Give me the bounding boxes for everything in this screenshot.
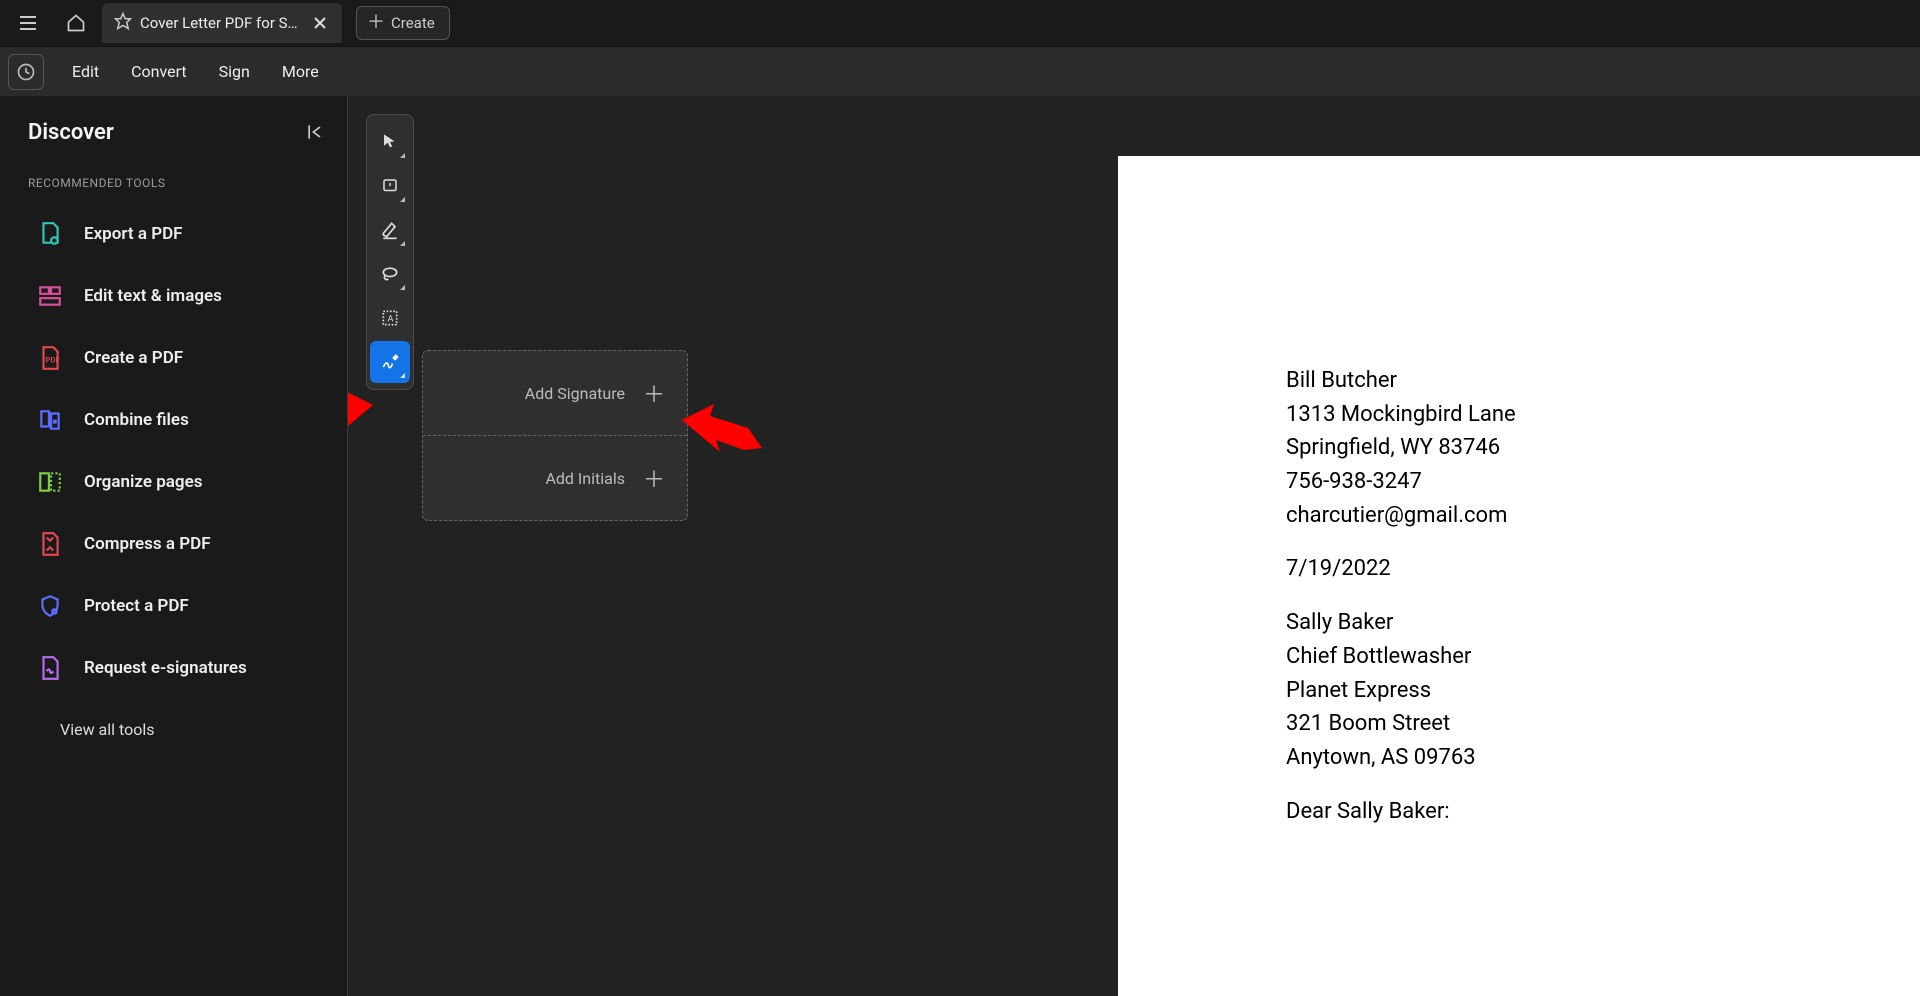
- tool-label: Request e-signatures: [84, 658, 247, 678]
- export-pdf-icon: [36, 220, 64, 248]
- title-bar: Cover Letter PDF for Si… ＋ Create: [0, 0, 1920, 46]
- tool-label: Export a PDF: [84, 224, 183, 244]
- tool-label: Protect a PDF: [84, 596, 189, 616]
- organize-pages-icon: [36, 468, 64, 496]
- tool-create-pdf[interactable]: PDF Create a PDF: [28, 332, 329, 384]
- recommended-tools-label: RECOMMENDED TOOLS: [28, 176, 329, 190]
- sender-name: Bill Butcher: [1286, 366, 1920, 396]
- edit-text-icon: [36, 282, 64, 310]
- plus-icon: ＋: [643, 377, 665, 409]
- tool-label: Compress a PDF: [84, 534, 211, 554]
- create-button[interactable]: ＋ Create: [356, 6, 450, 40]
- add-signature-button[interactable]: Add Signature ＋: [423, 351, 687, 435]
- annotation-toolbar: A: [366, 114, 414, 390]
- signature-popup: Add Signature ＋ Add Initials ＋: [422, 350, 688, 521]
- date-block: 7/19/2022: [1286, 554, 1920, 584]
- add-initials-button[interactable]: Add Initials ＋: [423, 436, 687, 520]
- document-page: Bill Butcher 1313 Mockingbird Lane Sprin…: [1118, 156, 1920, 996]
- menu-sign[interactable]: Sign: [205, 54, 264, 89]
- sidebar-title: Discover: [28, 120, 114, 145]
- create-label: Create: [391, 14, 435, 32]
- annotation-arrow-left: [348, 385, 373, 455]
- protect-pdf-icon: [36, 592, 64, 620]
- tool-compress-pdf[interactable]: Compress a PDF: [28, 518, 329, 570]
- salutation: Dear Sally Baker:: [1286, 797, 1920, 827]
- recipient-block: Sally Baker Chief Bottlewasher Planet Ex…: [1286, 608, 1920, 772]
- tool-organize-pages[interactable]: Organize pages: [28, 456, 329, 508]
- sign-tool-icon[interactable]: [370, 341, 410, 383]
- sender-email: charcutier@gmail.com: [1286, 501, 1920, 531]
- tool-label: Combine files: [84, 410, 189, 430]
- recent-icon[interactable]: [8, 54, 44, 90]
- document-tab[interactable]: Cover Letter PDF for Si…: [102, 3, 342, 43]
- tool-label: Edit text & images: [84, 286, 222, 306]
- recipient-name: Sally Baker: [1286, 608, 1920, 638]
- salutation-block: Dear Sally Baker:: [1286, 797, 1920, 827]
- lasso-tool-icon[interactable]: [370, 253, 410, 295]
- close-icon[interactable]: [308, 11, 332, 35]
- highlighter-tool-icon[interactable]: [370, 209, 410, 251]
- tool-label: Create a PDF: [84, 348, 183, 368]
- svg-text:A: A: [388, 314, 394, 324]
- tool-edit-text-images[interactable]: Edit text & images: [28, 270, 329, 322]
- plus-icon: ＋: [643, 462, 665, 494]
- annotation-arrow-right: [682, 400, 762, 470]
- tool-request-esignatures[interactable]: Request e-signatures: [28, 642, 329, 694]
- sender-block: Bill Butcher 1313 Mockingbird Lane Sprin…: [1286, 366, 1920, 530]
- request-esignatures-icon: [36, 654, 64, 682]
- combine-files-icon: [36, 406, 64, 434]
- menu-bar: Edit Convert Sign More: [0, 46, 1920, 96]
- tool-combine-files[interactable]: Combine files: [28, 394, 329, 446]
- letter-date: 7/19/2022: [1286, 554, 1920, 584]
- text-select-tool-icon[interactable]: A: [370, 297, 410, 339]
- menu-convert[interactable]: Convert: [117, 54, 201, 89]
- tool-list: Export a PDF Edit text & images PDF Crea…: [28, 208, 329, 694]
- recipient-citystate: Anytown, AS 09763: [1286, 743, 1920, 773]
- menu-edit[interactable]: Edit: [58, 54, 113, 89]
- tool-protect-pdf[interactable]: Protect a PDF: [28, 580, 329, 632]
- add-initials-label: Add Initials: [545, 469, 625, 488]
- sender-citystate: Springfield, WY 83746: [1286, 433, 1920, 463]
- tool-label: Organize pages: [84, 472, 203, 492]
- star-icon[interactable]: [114, 12, 132, 34]
- sticky-note-tool-icon[interactable]: [370, 165, 410, 207]
- pointer-tool-icon[interactable]: [370, 121, 410, 163]
- plus-icon: ＋: [367, 14, 385, 32]
- home-icon[interactable]: [54, 3, 98, 43]
- create-pdf-icon: PDF: [36, 344, 64, 372]
- sender-phone: 756-938-3247: [1286, 467, 1920, 497]
- hamburger-icon[interactable]: [6, 3, 50, 43]
- tool-export-pdf[interactable]: Export a PDF: [28, 208, 329, 260]
- recipient-title: Chief Bottlewasher: [1286, 642, 1920, 672]
- document-area: A Add Signature ＋ Add Initials ＋: [348, 96, 1920, 996]
- recipient-street: 321 Boom Street: [1286, 709, 1920, 739]
- collapse-sidebar-icon[interactable]: [301, 118, 329, 146]
- menu-more[interactable]: More: [268, 54, 333, 89]
- add-signature-label: Add Signature: [525, 384, 625, 403]
- sidebar: Discover RECOMMENDED TOOLS Export a PDF …: [0, 96, 348, 996]
- main-region: Discover RECOMMENDED TOOLS Export a PDF …: [0, 96, 1920, 996]
- tab-title: Cover Letter PDF for Si…: [140, 14, 300, 32]
- compress-pdf-icon: [36, 530, 64, 558]
- view-all-tools[interactable]: View all tools: [28, 704, 329, 739]
- svg-text:PDF: PDF: [46, 355, 60, 364]
- recipient-company: Planet Express: [1286, 676, 1920, 706]
- sender-street: 1313 Mockingbird Lane: [1286, 400, 1920, 430]
